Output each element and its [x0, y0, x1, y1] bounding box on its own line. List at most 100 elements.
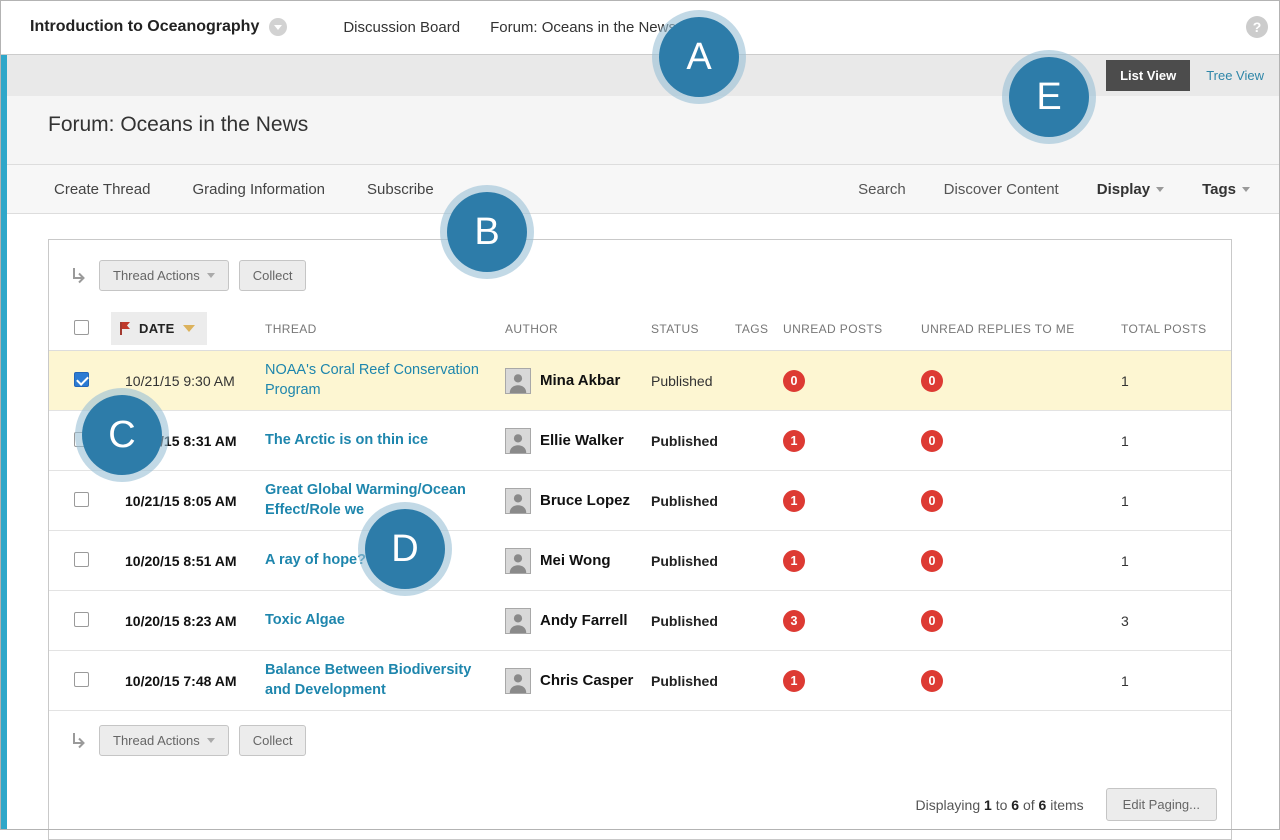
select-all-checkbox[interactable]: [74, 320, 89, 335]
row-checkbox[interactable]: [74, 372, 89, 387]
thread-column-header[interactable]: THREAD: [265, 322, 505, 336]
unread-posts-badge[interactable]: 1: [783, 550, 805, 572]
tree-view-link[interactable]: Tree View: [1206, 68, 1264, 83]
thread-date: 10/20/15 8:23 AM: [125, 613, 265, 629]
bottom-toolbar: Thread Actions Collect: [49, 711, 1231, 756]
unread-posts-badge[interactable]: 1: [783, 670, 805, 692]
thread-link[interactable]: NOAA's Coral Reef Conservation Program: [265, 361, 505, 400]
create-thread-button[interactable]: Create Thread: [54, 181, 150, 198]
course-menu-chevron-icon[interactable]: [269, 18, 287, 36]
table-row: 10/20/15 8:51 AM A ray of hope? Mei Wong…: [49, 531, 1231, 591]
chevron-down-icon: [1156, 187, 1164, 192]
unread-replies-badge[interactable]: 0: [921, 370, 943, 392]
view-toggle-bar: List View Tree View: [7, 55, 1280, 96]
thread-date: 10/21/15 8:31 AM: [125, 433, 265, 449]
unread-replies-badge[interactable]: 0: [921, 670, 943, 692]
thread-date: 10/21/15 9:30 AM: [125, 373, 265, 389]
row-checkbox[interactable]: [74, 612, 89, 627]
unread-replies-badge[interactable]: 0: [921, 430, 943, 452]
page-title: Forum: Oceans in the News: [48, 113, 1280, 137]
top-toolbar: Thread Actions Collect: [49, 240, 1231, 301]
flag-icon: [119, 321, 131, 336]
collect-button[interactable]: Collect: [239, 260, 307, 291]
unread-replies-column-header[interactable]: UNREAD REPLIES TO ME: [921, 322, 1121, 336]
thread-date: 10/21/15 8:05 AM: [125, 493, 265, 509]
status-column-header[interactable]: STATUS: [651, 322, 735, 336]
table-header-row: DATE THREAD AUTHOR STATUS TAGS UNREAD PO…: [49, 307, 1231, 351]
thread-status: Published: [651, 493, 735, 509]
thread-status: Published: [651, 373, 735, 389]
total-posts: 1: [1121, 433, 1231, 449]
content-area: Thread Actions Collect DATE THREAD AUTHO…: [7, 214, 1280, 840]
avatar: [505, 608, 531, 634]
avatar: [505, 428, 531, 454]
thread-link[interactable]: Balance Between Biodiversity and Develop…: [265, 661, 505, 700]
unread-replies-badge[interactable]: 0: [921, 490, 943, 512]
unread-posts-badge[interactable]: 3: [783, 610, 805, 632]
breadcrumb-bar: Introduction to Oceanography Discussion …: [0, 0, 1280, 55]
total-posts: 1: [1121, 673, 1231, 689]
unread-posts-badge[interactable]: 0: [783, 370, 805, 392]
total-posts: 1: [1121, 493, 1231, 509]
branch-arrow-icon: [69, 731, 89, 751]
avatar: [505, 488, 531, 514]
thread-link[interactable]: A ray of hope?: [265, 551, 380, 571]
table-row: 10/21/15 9:30 AM NOAA's Coral Reef Conse…: [49, 351, 1231, 411]
author-name: Bruce Lopez: [540, 492, 630, 509]
table-row: 10/20/15 8:23 AM Toxic Algae Andy Farrel…: [49, 591, 1231, 651]
unread-replies-badge[interactable]: 0: [921, 610, 943, 632]
table-row: 10/20/15 7:48 AM Balance Between Biodive…: [49, 651, 1231, 711]
thread-link[interactable]: The Arctic is on thin ice: [265, 431, 442, 451]
row-checkbox[interactable]: [74, 552, 89, 567]
help-icon[interactable]: ?: [1246, 16, 1268, 38]
total-posts: 3: [1121, 613, 1231, 629]
author-name: Chris Casper: [540, 672, 633, 689]
row-checkbox[interactable]: [74, 492, 89, 507]
unread-posts-badge[interactable]: 1: [783, 490, 805, 512]
avatar: [505, 548, 531, 574]
page-header: Forum: Oceans in the News: [7, 96, 1280, 164]
subscribe-button[interactable]: Subscribe: [367, 181, 434, 198]
author-name: Andy Farrell: [540, 612, 628, 629]
author-name: Mei Wong: [540, 552, 611, 569]
thread-status: Published: [651, 673, 735, 689]
course-title: Introduction to Oceanography: [30, 18, 259, 36]
row-checkbox[interactable]: [74, 432, 89, 447]
collect-button[interactable]: Collect: [239, 725, 307, 756]
grading-information-button[interactable]: Grading Information: [192, 181, 325, 198]
total-posts: 1: [1121, 373, 1231, 389]
table-row: 10/21/15 8:31 AM The Arctic is on thin i…: [49, 411, 1231, 471]
row-checkbox[interactable]: [74, 672, 89, 687]
search-button[interactable]: Search: [858, 181, 906, 198]
avatar: [505, 668, 531, 694]
unread-posts-badge[interactable]: 1: [783, 430, 805, 452]
author-name: Mina Akbar: [540, 372, 620, 389]
unread-posts-column-header[interactable]: UNREAD POSTS: [783, 322, 921, 336]
paging-bar: Displaying 1 to 6 of 6 items Edit Paging…: [49, 756, 1231, 839]
thread-actions-button[interactable]: Thread Actions: [99, 260, 229, 291]
unread-replies-badge[interactable]: 0: [921, 550, 943, 572]
thread-date: 10/20/15 8:51 AM: [125, 553, 265, 569]
discover-content-button[interactable]: Discover Content: [944, 181, 1059, 198]
tags-column-header[interactable]: TAGS: [735, 322, 783, 336]
thread-list-card: Thread Actions Collect DATE THREAD AUTHO…: [48, 239, 1232, 840]
display-menu-button[interactable]: Display: [1097, 181, 1164, 198]
thread-actions-button[interactable]: Thread Actions: [99, 725, 229, 756]
branch-arrow-icon: [69, 266, 89, 286]
breadcrumb-discussion-board[interactable]: Discussion Board: [343, 19, 460, 36]
total-posts-column-header[interactable]: TOTAL POSTS: [1121, 322, 1231, 336]
tags-menu-button[interactable]: Tags: [1202, 181, 1250, 198]
table-row: 10/21/15 8:05 AM Great Global Warming/Oc…: [49, 471, 1231, 531]
date-column-header[interactable]: DATE: [111, 312, 207, 345]
list-view-button[interactable]: List View: [1106, 60, 1190, 91]
chevron-down-icon: [207, 273, 215, 278]
avatar: [505, 368, 531, 394]
thread-link[interactable]: Toxic Algae: [265, 611, 359, 631]
action-bar: Create Thread Grading Information Subscr…: [7, 164, 1280, 214]
chevron-down-icon: [207, 738, 215, 743]
author-column-header[interactable]: AUTHOR: [505, 322, 651, 336]
edit-paging-button[interactable]: Edit Paging...: [1106, 788, 1217, 821]
thread-link[interactable]: Great Global Warming/Ocean Effect/Role w…: [265, 481, 505, 520]
sort-descending-icon: [183, 325, 195, 332]
breadcrumb-forum: Forum: Oceans in the News: [490, 19, 676, 36]
